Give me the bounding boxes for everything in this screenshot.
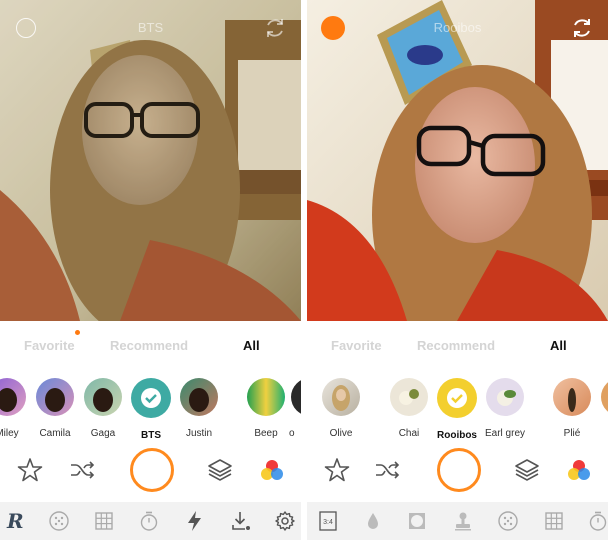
filter-name-overlay: Rooibos: [433, 20, 482, 35]
bottom-toolbar: R: [0, 502, 301, 540]
filter-item-chai[interactable]: Chai: [384, 378, 434, 439]
selected-check-icon: [141, 388, 161, 408]
filter-label: o: [289, 428, 295, 439]
filter-item-partial[interactable]: [593, 378, 608, 416]
filter-thumbnail: [36, 378, 74, 416]
color-effects-icon[interactable]: [565, 456, 593, 484]
tab-favorite[interactable]: Favorite: [24, 338, 75, 353]
filter-thumbnail-selected: [131, 378, 171, 418]
filter-item-justin[interactable]: Justin: [174, 378, 224, 439]
filter-item-gaga[interactable]: Gaga: [78, 378, 128, 439]
bottom-toolbar: 3:4: [307, 502, 608, 540]
vignette-icon[interactable]: [406, 510, 428, 532]
right-camera-screen: Rooibos Favorite Recommend All Olive Cha…: [307, 0, 608, 540]
filter-label: BTS: [141, 430, 161, 441]
color-effects-icon[interactable]: [258, 456, 286, 484]
selfie-photo-bts-filter: [0, 0, 301, 321]
filter-thumbnail: [390, 378, 428, 416]
filter-label: Rooibos: [437, 430, 477, 441]
tab-recommend[interactable]: Recommend: [110, 338, 188, 353]
filter-thumbnail: [601, 378, 608, 416]
selected-check-icon: [447, 388, 467, 408]
filter-label: Olive: [329, 428, 353, 439]
filter-category-tabs: Favorite Recommend All: [307, 321, 608, 367]
filter-label: Gaga: [90, 428, 116, 439]
tab-recommend[interactable]: Recommend: [417, 338, 495, 353]
filter-item-camila[interactable]: Camila: [30, 378, 80, 439]
star-icon[interactable]: [323, 456, 351, 484]
camera-controls: [0, 448, 301, 498]
layers-icon[interactable]: [513, 456, 541, 484]
filter-thumbnail: [322, 378, 360, 416]
timer-icon[interactable]: [587, 510, 608, 532]
filter-thumbnail: [84, 378, 122, 416]
aspect-ratio-icon[interactable]: 3:4: [317, 510, 339, 532]
drop-icon[interactable]: [362, 510, 384, 532]
timer-icon[interactable]: [138, 510, 160, 532]
save-download-icon[interactable]: [230, 510, 252, 532]
grid-icon[interactable]: [93, 510, 115, 532]
star-icon[interactable]: [16, 456, 44, 484]
camera-controls: [307, 448, 608, 498]
new-indicator-dot: [75, 330, 80, 335]
filter-name-overlay: BTS: [137, 20, 164, 35]
tab-all[interactable]: All: [550, 338, 567, 353]
filter-thumbnail: [247, 378, 285, 416]
selfie-photo-rooibos-filter: [307, 0, 608, 321]
flash-icon[interactable]: [184, 510, 206, 532]
camera-preview-left[interactable]: BTS: [0, 0, 301, 321]
filter-thumbnail: [180, 378, 218, 416]
tab-all[interactable]: All: [243, 338, 260, 353]
stamp-icon[interactable]: [452, 510, 474, 532]
filter-item-partial[interactable]: o: [283, 378, 301, 439]
filter-label: Earl grey: [484, 428, 525, 439]
shuffle-icon[interactable]: [68, 456, 96, 484]
filter-item-miley[interactable]: Miley: [0, 378, 32, 439]
filter-thumbnail: [486, 378, 524, 416]
filter-thumbnail-selected: [437, 378, 477, 418]
texture-icon[interactable]: [497, 510, 519, 532]
filter-thumbnail: [291, 378, 301, 416]
filter-item-bts[interactable]: BTS: [126, 378, 176, 441]
shutter-button[interactable]: [130, 448, 174, 492]
camera-preview-right[interactable]: Rooibos: [307, 0, 608, 321]
settings-gear-icon[interactable]: [274, 510, 296, 532]
shutter-button[interactable]: [437, 448, 481, 492]
filter-label: Justin: [185, 428, 213, 439]
flip-camera-icon[interactable]: [263, 16, 287, 40]
screen: BTS Favorite Recommend All Miley: [0, 0, 608, 540]
texture-icon[interactable]: [48, 510, 70, 532]
filter-strip: Miley Camila Gaga: [0, 378, 301, 446]
flip-camera-icon[interactable]: [570, 16, 594, 40]
filter-strip: Olive Chai Rooibos Earl grey Plié: [307, 378, 608, 446]
filter-label: Camila: [39, 428, 71, 439]
filter-category-tabs: Favorite Recommend All: [0, 321, 301, 367]
filter-thumbnail: [0, 378, 26, 416]
filter-label: Miley: [0, 428, 19, 439]
tab-favorite[interactable]: Favorite: [331, 338, 382, 353]
grid-icon[interactable]: [543, 510, 565, 532]
layers-icon[interactable]: [206, 456, 234, 484]
left-camera-screen: BTS Favorite Recommend All Miley: [0, 0, 301, 540]
filter-label: Chai: [398, 428, 420, 439]
filter-item-plie[interactable]: Plié: [547, 378, 597, 439]
svg-text:R: R: [6, 510, 24, 532]
app-logo-icon[interactable]: R: [4, 510, 26, 532]
filter-thumbnail: [553, 378, 591, 416]
shuffle-icon[interactable]: [373, 456, 401, 484]
filter-item-olive[interactable]: Olive: [316, 378, 366, 439]
filter-item-rooibos[interactable]: Rooibos: [432, 378, 482, 441]
filter-item-earl-grey[interactable]: Earl grey: [480, 378, 530, 439]
filter-label: Plié: [563, 428, 581, 439]
aspect-ratio-label: 3:4: [323, 519, 333, 526]
